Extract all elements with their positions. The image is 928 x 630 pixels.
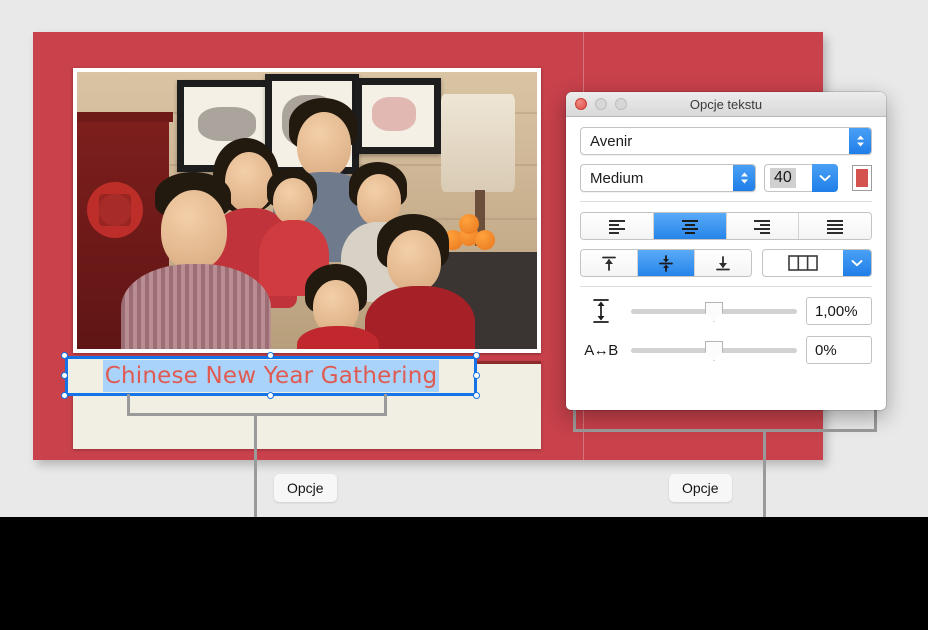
character-spacing-label: A↔B xyxy=(584,341,618,359)
textbox-handle-mr[interactable] xyxy=(473,372,480,379)
textbox-handle-br[interactable] xyxy=(473,392,480,399)
columns-chevron-down-icon[interactable] xyxy=(843,250,871,276)
slider-knob[interactable] xyxy=(705,341,723,361)
text-alignment-segmented-control[interactable] xyxy=(580,212,872,240)
character-spacing-row: A↔B 0% xyxy=(580,336,872,364)
card-photo-frame[interactable] xyxy=(73,68,541,353)
bottom-black-band xyxy=(0,517,928,630)
align-center-button[interactable] xyxy=(653,213,727,239)
font-family-popup[interactable]: Avenir xyxy=(580,127,872,155)
text-options-window[interactable]: Opcje tekstu Avenir Medium 40 1,00% A↔B … xyxy=(566,92,886,410)
window-body: Avenir Medium 40 1,00% A↔B 0% xyxy=(566,117,886,364)
font-size-chevron-down-icon[interactable] xyxy=(812,164,838,192)
screenshot-stage: Chinese New Year Gathering Opcje Opcje O… xyxy=(0,0,928,630)
textbox-handle-tr[interactable] xyxy=(473,352,480,359)
character-spacing-slider[interactable] xyxy=(631,341,797,361)
textbox-handle-tl[interactable] xyxy=(61,352,68,359)
align-left-button[interactable] xyxy=(581,213,654,239)
character-spacing-input[interactable]: 0% xyxy=(806,336,872,364)
photo-cabinet-top xyxy=(77,112,173,122)
slider-knob[interactable] xyxy=(705,302,723,322)
line-spacing-slider[interactable] xyxy=(631,302,797,322)
font-family-row: Avenir xyxy=(580,127,872,155)
columns-popup[interactable] xyxy=(762,249,872,277)
font-weight-value: Medium xyxy=(590,169,644,187)
photo-chinese-seal xyxy=(87,182,143,238)
font-size-value: 40 xyxy=(770,168,796,188)
align-right-button[interactable] xyxy=(726,213,800,239)
align-middle-button[interactable] xyxy=(638,250,695,276)
align-top-button[interactable] xyxy=(581,250,638,276)
font-style-row: Medium 40 xyxy=(580,164,872,192)
vertical-alignment-segmented-control[interactable] xyxy=(580,249,752,277)
font-family-stepper-icon[interactable] xyxy=(849,128,871,154)
caption-text-box[interactable]: Chinese New Year Gathering xyxy=(65,356,477,396)
line-spacing-input[interactable]: 1,00% xyxy=(806,297,872,325)
line-spacing-icon xyxy=(580,298,622,324)
font-size-combo[interactable]: 40 xyxy=(764,164,838,192)
text-alignment-row xyxy=(580,212,872,240)
divider xyxy=(580,201,872,202)
callout-bracket-left xyxy=(127,394,387,416)
family-photo[interactable] xyxy=(77,72,537,349)
align-justify-button[interactable] xyxy=(799,213,871,239)
minimize-icon[interactable] xyxy=(595,98,607,110)
font-weight-popup[interactable]: Medium xyxy=(580,164,756,192)
font-color-swatch[interactable] xyxy=(852,165,872,191)
zoom-icon[interactable] xyxy=(615,98,627,110)
vertical-alignment-row xyxy=(580,249,872,277)
columns-icon xyxy=(763,250,843,276)
font-weight-stepper-icon[interactable] xyxy=(733,165,755,191)
traffic-lights xyxy=(575,98,627,110)
font-size-input[interactable]: 40 xyxy=(764,164,812,192)
align-bottom-button[interactable] xyxy=(695,250,751,276)
photo-framed-art xyxy=(355,78,441,154)
photo-oranges-bowl xyxy=(443,214,501,252)
character-spacing-icon: A↔B xyxy=(580,342,622,359)
callout-bracket-right xyxy=(573,410,877,432)
textbox-handle-ml[interactable] xyxy=(61,372,68,379)
textbox-handle-tc[interactable] xyxy=(267,352,274,359)
textbox-handle-bl[interactable] xyxy=(61,392,68,399)
font-family-value: Avenir xyxy=(590,132,633,150)
line-spacing-value: 1,00% xyxy=(815,302,858,320)
window-titlebar[interactable]: Opcje tekstu xyxy=(566,92,886,117)
photo-lamp xyxy=(441,94,515,192)
callout-label-left[interactable]: Opcje xyxy=(274,474,337,502)
line-spacing-row: 1,00% xyxy=(580,297,872,325)
callout-label-right[interactable]: Opcje xyxy=(669,474,732,502)
character-spacing-value: 0% xyxy=(815,341,837,359)
close-icon[interactable] xyxy=(575,98,587,110)
divider xyxy=(580,286,872,287)
caption-text[interactable]: Chinese New Year Gathering xyxy=(102,360,440,392)
